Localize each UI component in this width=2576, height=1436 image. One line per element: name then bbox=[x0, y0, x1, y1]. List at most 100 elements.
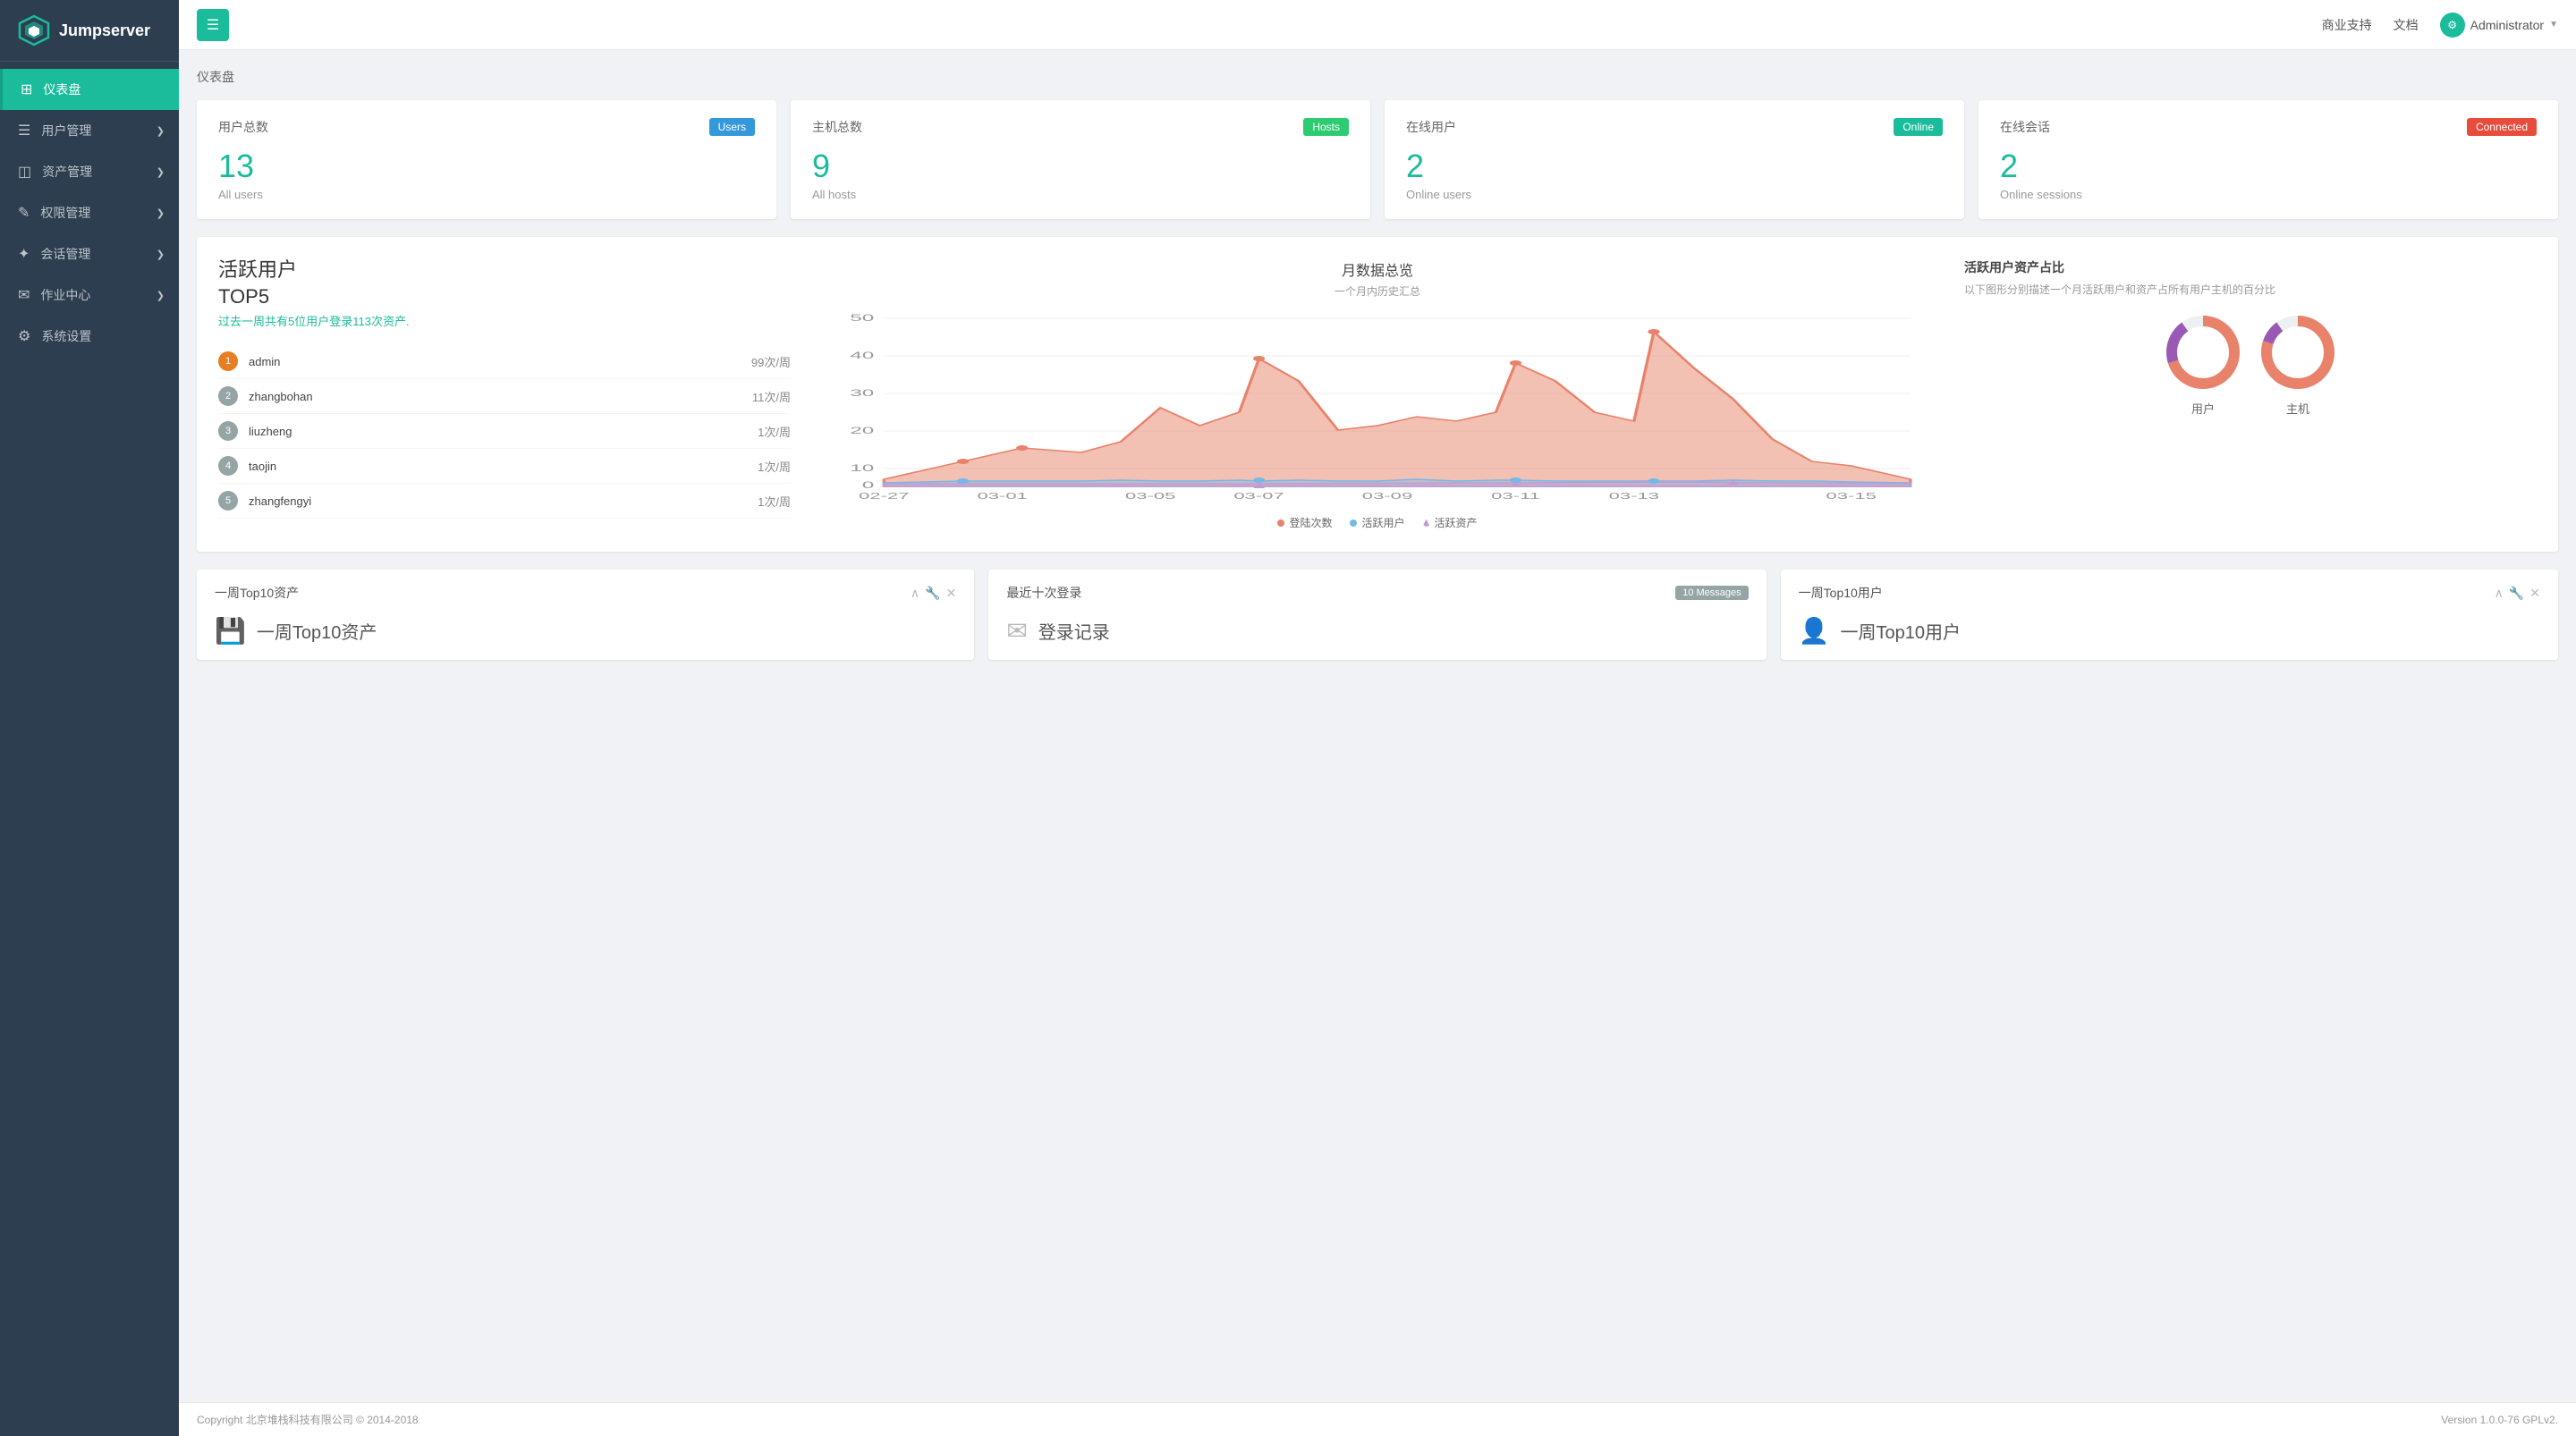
rank-count-1: 99次/周 bbox=[751, 353, 791, 370]
sidebar-item-sessions[interactable]: ✦ 会话管理 ❯ bbox=[0, 233, 179, 275]
sidebar-item-jobs[interactable]: ✉ 作业中心 ❯ bbox=[0, 275, 179, 316]
sidebar-item-label: 仪表盘 bbox=[43, 80, 80, 98]
sidebar-logo: Jumpserver bbox=[0, 0, 179, 62]
svg-text:03-05: 03-05 bbox=[1125, 491, 1175, 502]
chart-subtitle: 一个月内历史汇总 bbox=[805, 283, 1950, 299]
bottom-card-top-users-header: 一周Top10用户 ∧ 🔧 ✕ bbox=[1799, 584, 2540, 602]
chart-panel: 月数据总览 一个月内历史汇总 50 40 30 20 bbox=[805, 258, 1950, 530]
legend-active-users-label: 活跃用户 bbox=[1361, 515, 1404, 530]
sidebar-item-settings[interactable]: ⚙ 系统设置 bbox=[0, 316, 179, 357]
sidebar-item-assets[interactable]: ◫ 资产管理 ❯ bbox=[0, 151, 179, 192]
sidebar-item-dashboard[interactable]: ⊞ 仪表盘 bbox=[0, 69, 179, 110]
stat-number-online-users: 2 bbox=[1406, 150, 1943, 182]
svg-text:03-15: 03-15 bbox=[1826, 491, 1876, 502]
permissions-icon: ✎ bbox=[18, 204, 30, 222]
stat-title: 在线用户 bbox=[1406, 118, 1456, 136]
bottom-card-actions: ∧ 🔧 ✕ bbox=[2495, 586, 2540, 601]
dashboard-icon: ⊞ bbox=[21, 80, 32, 98]
chevron-right-icon: ❯ bbox=[157, 249, 165, 260]
settings-icon[interactable]: 🔧 bbox=[2509, 586, 2524, 601]
stat-card-header: 用户总数 Users bbox=[218, 118, 755, 136]
user-rank-list: 1 admin 99次/周 2 zhangbohan 11次/周 3 liuzh… bbox=[218, 344, 791, 519]
stat-label-online-users: Online users bbox=[1406, 188, 1943, 201]
assets-card-text: 一周Top10资产 bbox=[257, 618, 377, 644]
sidebar-item-label: 资产管理 bbox=[42, 163, 92, 181]
user-menu[interactable]: ⚙ Administrator ▼ bbox=[2440, 13, 2558, 38]
stat-number-users: 13 bbox=[218, 150, 755, 182]
login-card-icon: ✉ bbox=[1006, 616, 1027, 646]
sessions-icon: ✦ bbox=[18, 245, 30, 263]
close-icon[interactable]: ✕ bbox=[946, 586, 957, 601]
stat-label-sessions: Online sessions bbox=[2000, 188, 2537, 201]
chart-legend: 登陆次数 活跃用户 活跃资产 bbox=[805, 515, 1950, 530]
donuts-row: 用户 主机 bbox=[1964, 312, 2537, 417]
desc-suffix: 次资产. bbox=[371, 315, 410, 328]
bottom-row: 一周Top10资产 ∧ 🔧 ✕ 💾 一周Top10资产 最近十次登录 10 Me… bbox=[197, 570, 2558, 660]
chevron-right-icon: ❯ bbox=[157, 207, 165, 219]
version: Version 1.0.0-76 GPLv2. bbox=[2441, 1414, 2558, 1426]
active-users-top5: TOP5 bbox=[218, 285, 791, 308]
rank-count-2: 11次/周 bbox=[752, 388, 791, 405]
stat-badge-connected: Connected bbox=[2467, 118, 2537, 136]
collapse-icon[interactable]: ∧ bbox=[911, 586, 919, 601]
bottom-card-login: 最近十次登录 10 Messages ✉ 登录记录 bbox=[988, 570, 1766, 660]
rank-count-3: 1次/周 bbox=[758, 423, 791, 440]
header: ☰ 商业支持 文档 ⚙ Administrator ▼ bbox=[179, 0, 2576, 50]
rank-badge-3: 3 bbox=[218, 421, 238, 441]
list-item: 3 liuzheng 1次/周 bbox=[218, 414, 791, 449]
sidebar-item-users[interactable]: ☰ 用户管理 ❯ bbox=[0, 110, 179, 151]
jumpserver-logo-icon bbox=[18, 14, 50, 46]
donut-users-label: 用户 bbox=[2163, 400, 2243, 417]
rank-badge-2: 2 bbox=[218, 386, 238, 406]
donut-hosts-chart bbox=[2258, 312, 2338, 393]
svg-text:03-07: 03-07 bbox=[1233, 491, 1284, 502]
stat-card-sessions: 在线会话 Connected 2 Online sessions bbox=[1979, 100, 2558, 219]
stat-number-sessions: 2 bbox=[2000, 150, 2537, 182]
jobs-icon: ✉ bbox=[18, 286, 30, 304]
rank-name-3: liuzheng bbox=[249, 425, 758, 438]
desc-highlight: 113 bbox=[352, 315, 371, 328]
login-card-text: 登录记录 bbox=[1038, 618, 1110, 644]
sidebar-navigation: ⊞ 仪表盘 ☰ 用户管理 ❯ ◫ 资产管理 ❯ ✎ 权限管理 ❯ ✦ 会话管理 … bbox=[0, 62, 179, 1436]
stat-card-header: 在线会话 Connected bbox=[2000, 118, 2537, 136]
sidebar-item-label: 作业中心 bbox=[40, 286, 90, 304]
middle-row: 活跃用户 TOP5 过去一周共有5位用户登录113次资产. 1 admin 99… bbox=[197, 237, 2558, 552]
username: Administrator bbox=[2470, 18, 2544, 32]
desc-prefix: 过去一周共有5位用户登录 bbox=[218, 315, 352, 328]
stats-row: 用户总数 Users 13 All users 主机总数 Hosts 9 All… bbox=[197, 100, 2558, 219]
business-support-link[interactable]: 商业支持 bbox=[2322, 16, 2372, 34]
svg-text:30: 30 bbox=[850, 387, 874, 398]
login-dot-icon bbox=[1277, 519, 1284, 527]
chevron-right-icon: ❯ bbox=[157, 290, 165, 301]
settings-icon[interactable]: 🔧 bbox=[925, 586, 940, 601]
svg-text:50: 50 bbox=[850, 312, 874, 323]
sidebar: Jumpserver ⊞ 仪表盘 ☰ 用户管理 ❯ ◫ 资产管理 ❯ ✎ 权限管… bbox=[0, 0, 179, 1436]
rank-name-2: zhangbohan bbox=[249, 390, 752, 403]
rank-badge-4: 4 bbox=[218, 456, 238, 476]
bottom-card-login-title: 最近十次登录 bbox=[1006, 584, 1081, 602]
active-users-dot-icon bbox=[1350, 519, 1357, 527]
sidebar-item-label: 会话管理 bbox=[40, 245, 90, 263]
bottom-card-top-users-body: 👤 一周Top10用户 bbox=[1799, 616, 2540, 646]
bottom-card-assets-title: 一周Top10资产 bbox=[215, 584, 299, 602]
stat-badge-online: Online bbox=[1894, 118, 1943, 136]
menu-toggle-button[interactable]: ☰ bbox=[197, 9, 229, 41]
users-icon: ☰ bbox=[18, 122, 30, 139]
app-name: Jumpserver bbox=[59, 21, 150, 40]
close-icon[interactable]: ✕ bbox=[2529, 586, 2540, 601]
stat-card-users: 用户总数 Users 13 All users bbox=[197, 100, 776, 219]
list-item: 2 zhangbohan 11次/周 bbox=[218, 379, 791, 414]
messages-badge: 10 Messages bbox=[1675, 586, 1748, 600]
docs-link[interactable]: 文档 bbox=[2394, 16, 2419, 34]
sidebar-item-label: 权限管理 bbox=[40, 204, 90, 222]
collapse-icon[interactable]: ∧ bbox=[2495, 586, 2504, 601]
list-item: 4 taojin 1次/周 bbox=[218, 449, 791, 484]
sidebar-item-permissions[interactable]: ✎ 权限管理 ❯ bbox=[0, 192, 179, 233]
legend-login-label: 登陆次数 bbox=[1289, 515, 1332, 530]
users-card-text: 一周Top10用户 bbox=[1841, 618, 1962, 644]
assets-card-icon: 💾 bbox=[215, 616, 246, 646]
stat-title: 主机总数 bbox=[812, 118, 862, 136]
bottom-card-login-header: 最近十次登录 10 Messages bbox=[1006, 584, 1748, 602]
bottom-card-assets-body: 💾 一周Top10资产 bbox=[215, 616, 956, 646]
footer: Copyright 北京堆栈科技有限公司 © 2014-2018 Version… bbox=[179, 1402, 2576, 1436]
